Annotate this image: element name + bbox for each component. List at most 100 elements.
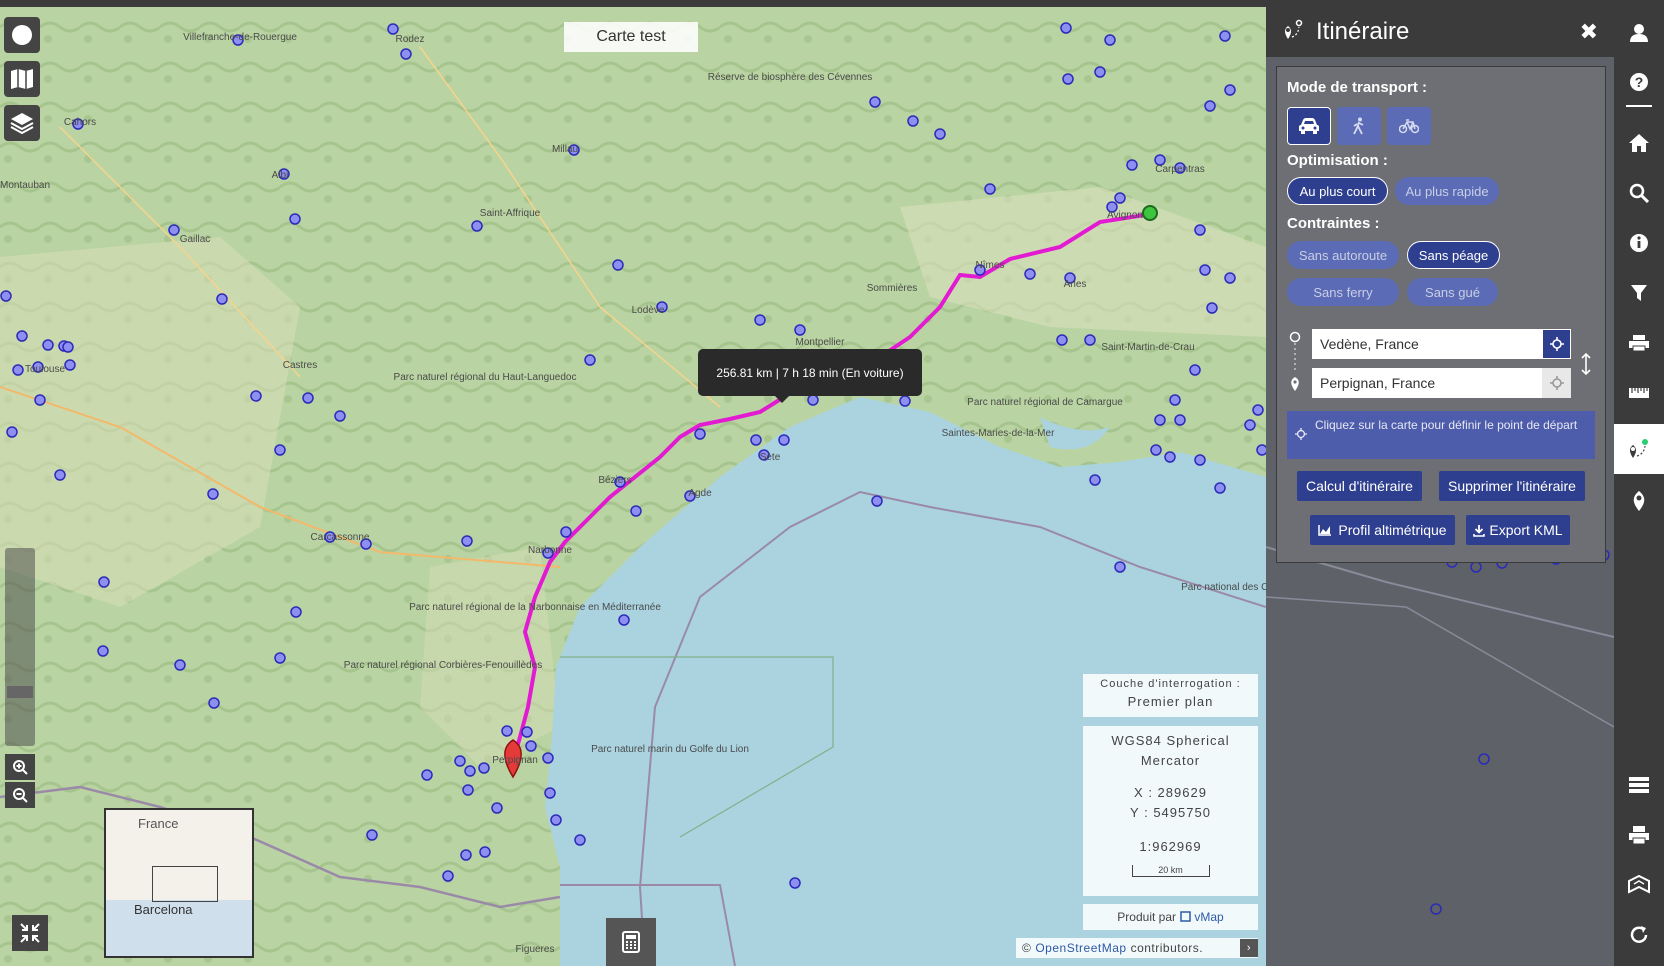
constraint-no-ford-button[interactable]: Sans gué	[1407, 278, 1498, 306]
poi-point[interactable]	[754, 314, 766, 326]
poi-point[interactable]	[934, 128, 946, 140]
constraint-no-highway-button[interactable]: Sans autoroute	[1287, 241, 1399, 269]
poi-point[interactable]	[461, 535, 473, 547]
poi-point[interactable]	[789, 877, 801, 889]
poi-point[interactable]	[1219, 30, 1231, 42]
poi-point[interactable]	[1199, 264, 1211, 276]
zoom-out-button[interactable]	[5, 782, 35, 808]
poi-point[interactable]	[62, 341, 74, 353]
poi-point[interactable]	[521, 726, 533, 738]
poi-point[interactable]	[334, 410, 346, 422]
map-compare-button[interactable]	[1614, 865, 1664, 905]
poi-point[interactable]	[478, 762, 490, 774]
poi-point[interactable]	[207, 488, 219, 500]
poi-point[interactable]	[1126, 159, 1138, 171]
poi-point[interactable]	[1224, 272, 1236, 284]
poi-point[interactable]	[501, 725, 513, 737]
poi-point[interactable]	[869, 96, 881, 108]
poi-point[interactable]	[1256, 444, 1266, 456]
help-button[interactable]: ?	[1614, 62, 1664, 102]
delete-route-button[interactable]: Supprimer l'itinéraire	[1439, 471, 1585, 501]
poi-point[interactable]	[612, 259, 624, 271]
map-canvas[interactable]: Villefranche-de-Rouergue Rodez Cahors Milla…	[0, 7, 1266, 966]
poi-point[interactable]	[454, 755, 466, 767]
poi-point[interactable]	[491, 802, 503, 814]
overview-map[interactable]: France Barcelona	[104, 808, 254, 958]
measure-button[interactable]	[1614, 373, 1664, 413]
poi-point[interactable]	[168, 224, 180, 236]
poi-point[interactable]	[64, 359, 76, 371]
poi-point[interactable]	[1189, 364, 1201, 376]
poi-point[interactable]	[750, 434, 762, 446]
end-address-input[interactable]: Perpignan, France	[1312, 368, 1542, 398]
poi-point[interactable]	[1104, 34, 1116, 46]
layers-button[interactable]	[4, 105, 40, 141]
poi-point[interactable]	[542, 752, 554, 764]
poi-point[interactable]	[1114, 561, 1126, 573]
mode-bike-button[interactable]	[1387, 107, 1431, 145]
attribution-toggle-button[interactable]: ›	[1240, 939, 1258, 957]
map-button[interactable]	[4, 61, 40, 97]
poi-point[interactable]	[98, 576, 110, 588]
poi-point[interactable]	[479, 846, 491, 858]
poi-point[interactable]	[1164, 451, 1176, 463]
poi-point[interactable]	[12, 364, 24, 376]
poi-point[interactable]	[1060, 22, 1072, 34]
filter-button[interactable]	[1614, 273, 1664, 313]
poi-point[interactable]	[899, 395, 911, 407]
constraint-no-ferry-button[interactable]: Sans ferry	[1287, 278, 1399, 306]
start-pick-on-map-button[interactable]	[1542, 329, 1571, 359]
poi-point[interactable]	[550, 814, 562, 826]
poi-point[interactable]	[544, 787, 556, 799]
poi-point[interactable]	[208, 697, 220, 709]
mode-walk-button[interactable]	[1337, 107, 1381, 145]
poi-point[interactable]	[387, 23, 399, 35]
poi-point[interactable]	[794, 324, 806, 336]
poi-point[interactable]	[1252, 404, 1264, 416]
poi-point[interactable]	[216, 293, 228, 305]
poi-point[interactable]	[366, 829, 378, 841]
export-kml-button[interactable]: Export KML	[1466, 515, 1570, 545]
poi-point[interactable]	[630, 505, 642, 517]
poi-point[interactable]	[0, 290, 12, 302]
poi-point[interactable]	[1114, 192, 1126, 204]
poi-point[interactable]	[560, 526, 572, 538]
poi-point[interactable]	[1056, 334, 1068, 346]
poi-point[interactable]	[1194, 224, 1206, 236]
poi-point[interactable]	[1224, 84, 1236, 96]
fullscreen-button[interactable]	[12, 915, 48, 951]
elevation-profile-button[interactable]: Profil altimétrique	[1310, 515, 1455, 545]
search-button[interactable]	[1614, 173, 1664, 213]
poi-point[interactable]	[1154, 414, 1166, 426]
refresh-button[interactable]	[1614, 915, 1664, 955]
poi-point[interactable]	[1174, 414, 1186, 426]
close-panel-button[interactable]: ✖	[1580, 19, 1598, 45]
poi-point[interactable]	[871, 495, 883, 507]
user-button[interactable]	[1614, 13, 1664, 53]
poi-point[interactable]	[574, 834, 586, 846]
poi-point[interactable]	[97, 645, 109, 657]
poi-point[interactable]	[1062, 73, 1074, 85]
poi-point[interactable]	[1024, 268, 1036, 280]
poi-point[interactable]	[16, 330, 28, 342]
poi-point[interactable]	[1214, 482, 1226, 494]
home-button[interactable]	[1614, 123, 1664, 163]
poi-point[interactable]	[6, 426, 18, 438]
zoom-in-button[interactable]	[5, 754, 35, 780]
mode-car-button[interactable]	[1287, 107, 1331, 145]
swap-waypoints-button[interactable]	[1581, 352, 1591, 380]
poi-point[interactable]	[584, 354, 596, 366]
info-button[interactable]	[1614, 223, 1664, 263]
optim-shortest-button[interactable]: Au plus court	[1287, 177, 1388, 205]
poi-point[interactable]	[525, 740, 537, 752]
print-preview-button[interactable]	[1614, 815, 1664, 855]
poi-point[interactable]	[471, 220, 483, 232]
poi-point[interactable]	[464, 765, 476, 777]
constraint-no-toll-button[interactable]: Sans péage	[1407, 241, 1500, 269]
poi-point[interactable]	[289, 213, 301, 225]
poi-point[interactable]	[807, 394, 819, 406]
poi-point[interactable]	[302, 392, 314, 404]
end-pick-on-map-button[interactable]	[1542, 368, 1571, 398]
poi-point[interactable]	[1169, 394, 1181, 406]
poi-point[interactable]	[1206, 302, 1218, 314]
